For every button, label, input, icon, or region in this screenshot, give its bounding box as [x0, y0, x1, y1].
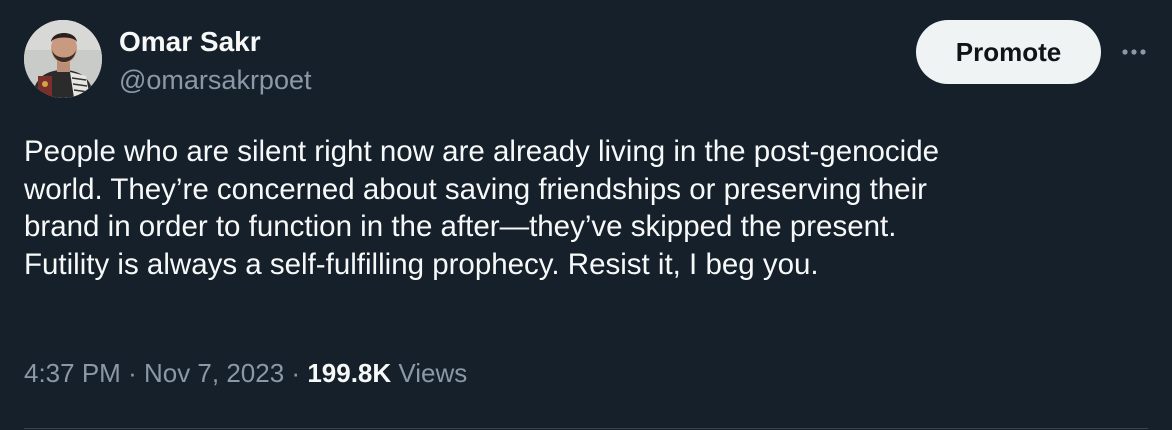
more-horizontal-icon	[1122, 49, 1146, 55]
tweet-metadata: 4:37 PM · Nov 7, 2023 · 199.8K Views	[24, 357, 467, 389]
promote-button[interactable]: Promote	[916, 20, 1101, 84]
author-display-name[interactable]: Omar Sakr	[119, 26, 261, 58]
avatar[interactable]	[24, 20, 102, 98]
tweet-date[interactable]: Nov 7, 2023	[144, 358, 284, 388]
divider	[24, 428, 1148, 429]
profile-photo	[24, 20, 102, 98]
views-label: Views	[398, 358, 468, 388]
more-options-button[interactable]	[1114, 34, 1154, 70]
meta-separator: ·	[128, 358, 137, 388]
tweet-text-line: brand in order to function in the after—…	[24, 210, 897, 243]
tweet-text: People who are silent right now are alre…	[24, 133, 1149, 283]
meta-separator: ·	[291, 358, 301, 388]
author-handle[interactable]: @omarsakrpoet	[119, 64, 311, 96]
tweet-text-line: world. They’re concerned about saving fr…	[24, 172, 927, 206]
view-count: 199.8K	[307, 358, 392, 388]
tweet-text-line: Futility is always a self-fulfilling pro…	[24, 247, 819, 281]
tweet-text-line: People who are silent right now are alre…	[24, 135, 940, 168]
tweet-time[interactable]: 4:37 PM	[24, 358, 121, 388]
